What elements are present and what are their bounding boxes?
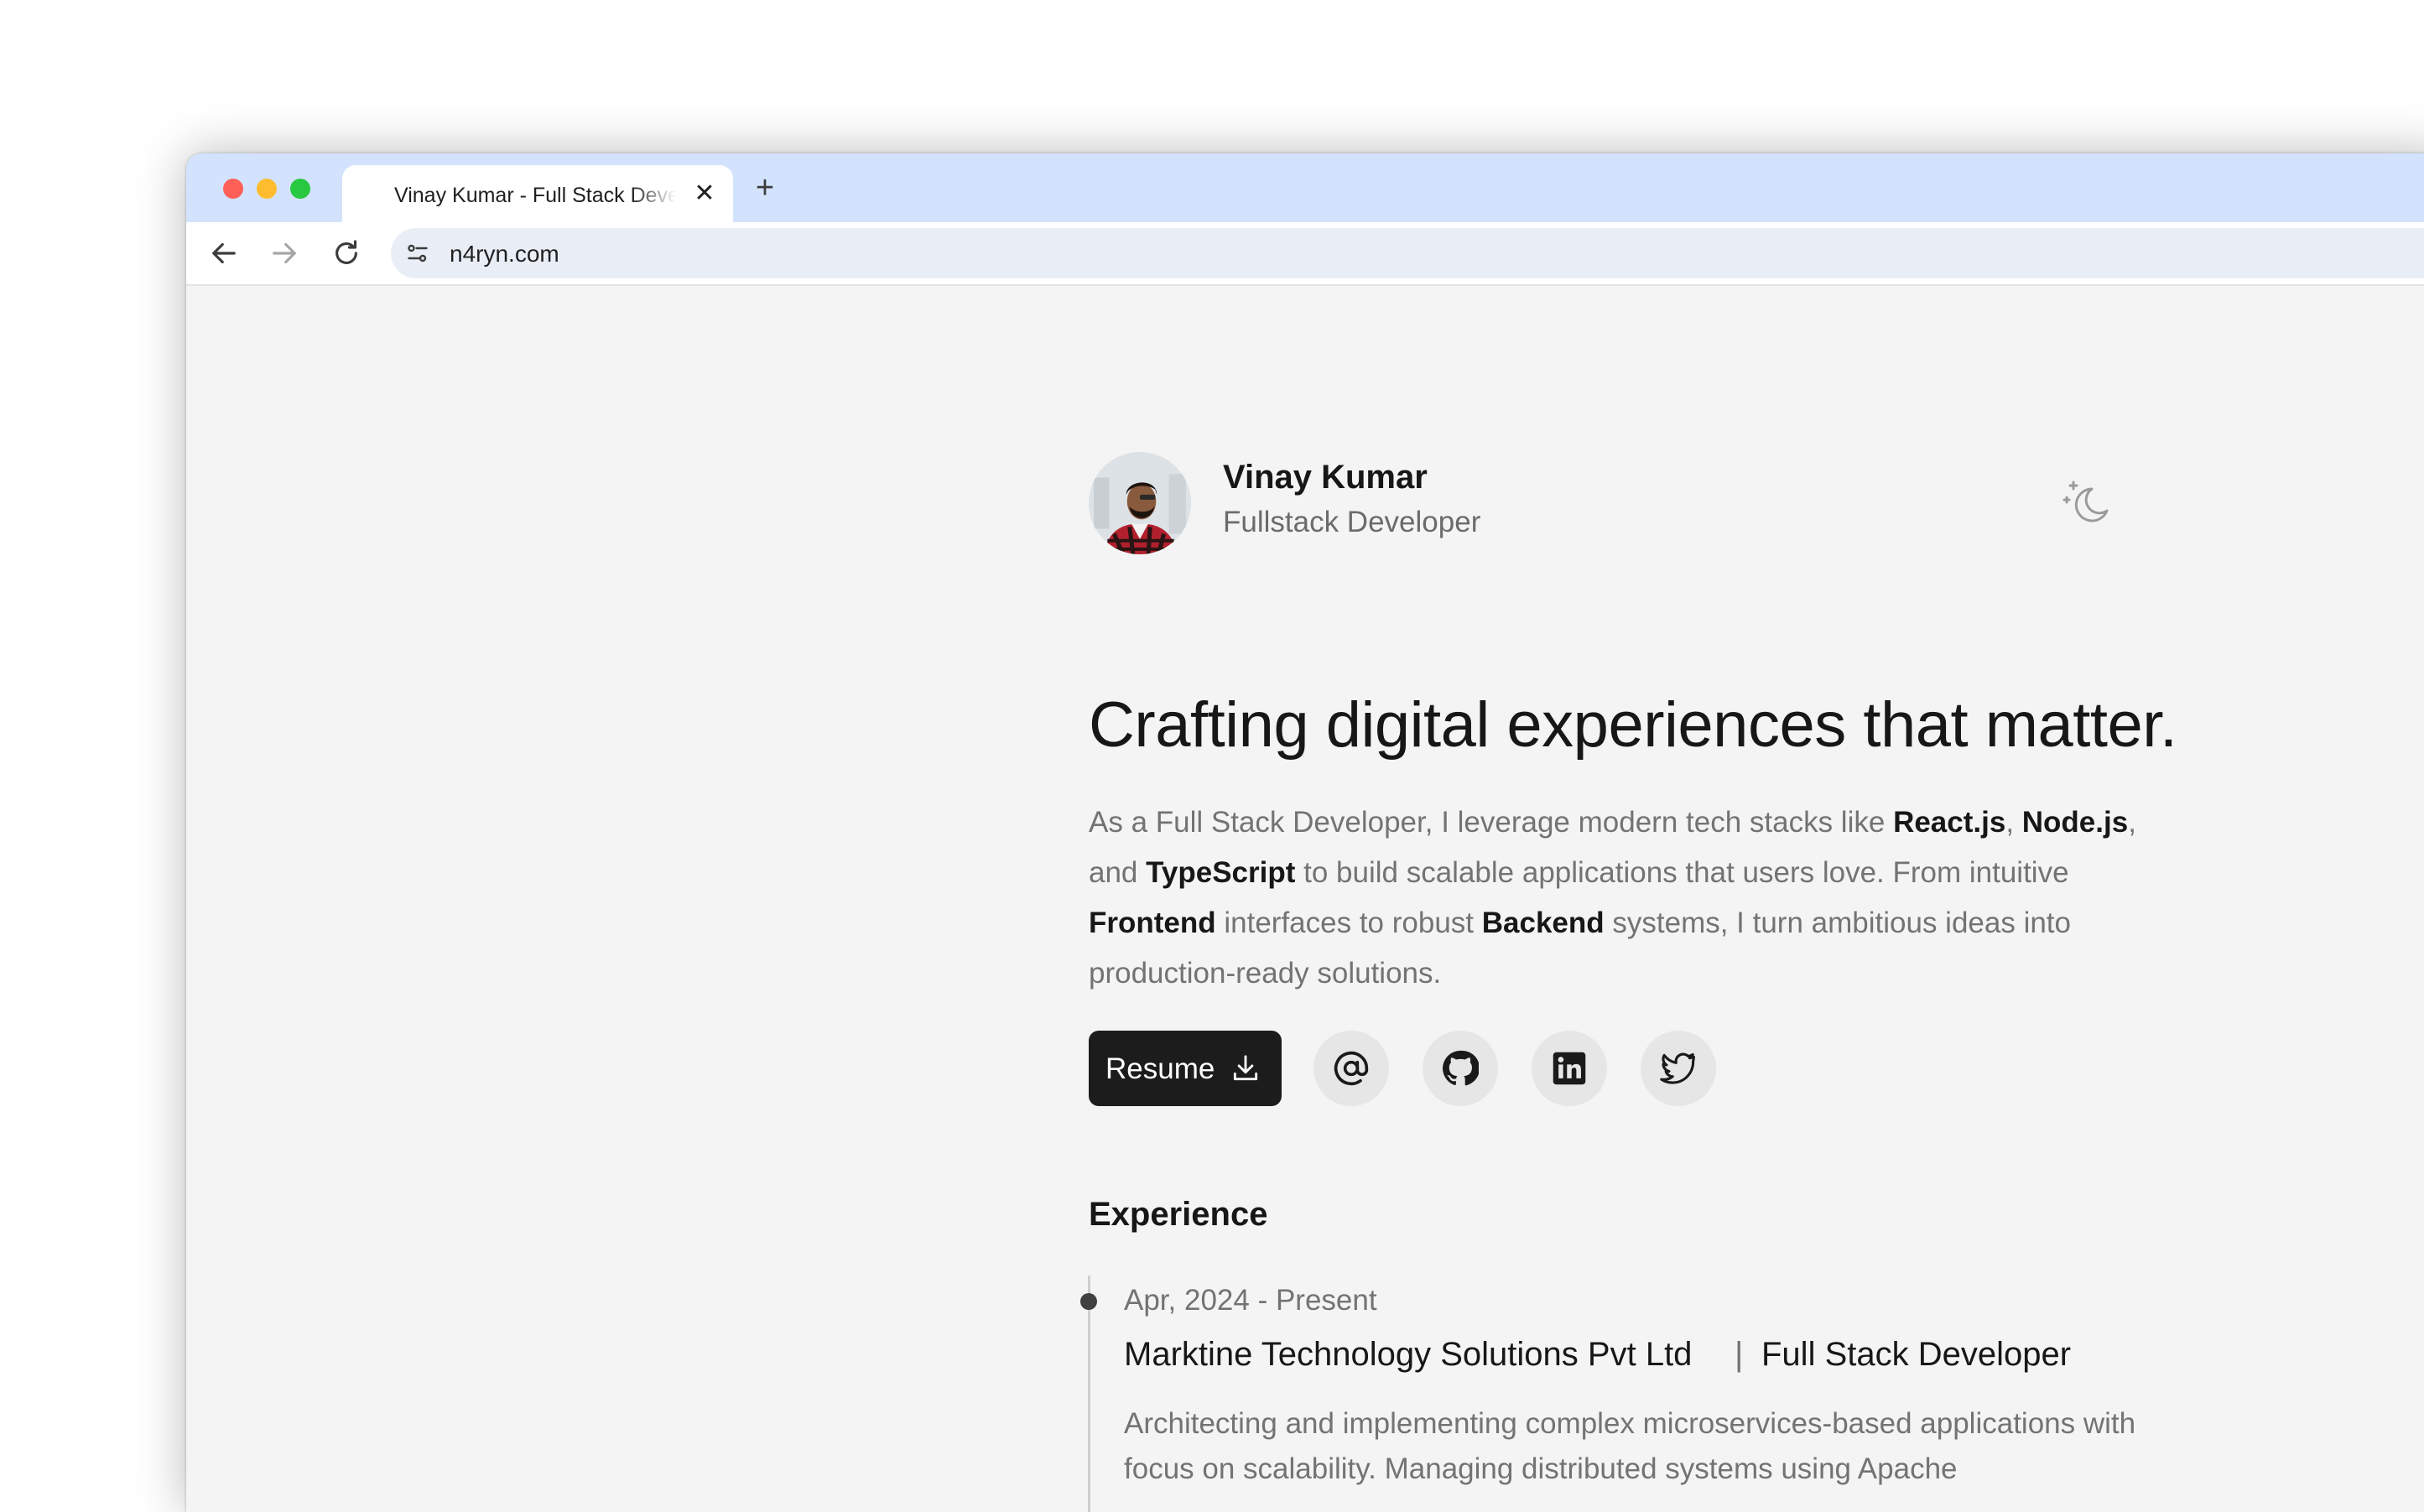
forward-arrow-icon	[273, 242, 296, 264]
skill-frontend: Frontend	[1089, 907, 1216, 939]
hero-headline: Crafting digital experiences that matter…	[1089, 689, 2177, 761]
profile-photo-icon	[1089, 452, 1191, 554]
tab-strip: Vinay Kumar - Full Stack Developer ✕ +	[186, 153, 2424, 222]
experience-date: Apr, 2024 - Present	[1124, 1284, 1377, 1317]
resume-label: Resume	[1105, 1052, 1215, 1085]
at-sign-icon	[1334, 1051, 1369, 1086]
twitter-bird-icon	[1660, 1052, 1695, 1084]
experience-description: Architecting and implementing complex mi…	[1124, 1407, 2136, 1485]
experience-role: Full Stack Developer	[1761, 1336, 2072, 1373]
theme-toggle-button[interactable]	[2057, 470, 2120, 534]
tech-typescript: TypeScript	[1146, 856, 1296, 889]
forward-button[interactable]	[267, 236, 302, 271]
download-icon	[1233, 1055, 1258, 1081]
url-text[interactable]: n4ryn.com	[450, 241, 559, 268]
tab-close-icon[interactable]: ✕	[693, 181, 716, 206]
skill-backend: Backend	[1481, 907, 1605, 939]
hero-bio: As a Full Stack Developer, I leverage mo…	[1089, 806, 2136, 990]
new-tab-button[interactable]: +	[748, 172, 782, 205]
minimize-window-button[interactable]	[257, 179, 277, 199]
moon-stars-icon	[2062, 481, 2109, 522]
browser-window: Vinay Kumar - Full Stack Developer ✕ + n…	[186, 153, 2424, 1512]
close-window-button[interactable]	[223, 179, 243, 199]
profile-role: Fullstack Developer	[1223, 506, 1481, 538]
experience-heading: Experience	[1089, 1196, 1268, 1233]
maximize-window-button[interactable]	[290, 179, 310, 199]
reload-button[interactable]	[329, 236, 364, 271]
active-tab[interactable]: Vinay Kumar - Full Stack Developer ✕	[342, 165, 733, 222]
resume-download-button[interactable]: Resume	[1089, 1031, 1282, 1106]
linkedin-icon	[1553, 1052, 1586, 1085]
reload-icon	[336, 240, 357, 264]
profile-name: Vinay Kumar	[1223, 459, 1428, 496]
github-icon	[1443, 1050, 1479, 1086]
experience-company: Marktine Technology Solutions Pvt Ltd	[1124, 1336, 1693, 1373]
address-bar[interactable]: n4ryn.com	[391, 228, 2424, 278]
github-button[interactable]	[1423, 1031, 1498, 1106]
linkedin-button[interactable]	[1532, 1031, 1607, 1106]
site-info-icon[interactable]	[403, 238, 433, 268]
back-arrow-icon	[212, 242, 236, 264]
email-button[interactable]	[1313, 1031, 1389, 1106]
avatar	[1089, 452, 1191, 554]
tab-title: Vinay Kumar - Full Stack Developer	[394, 184, 676, 207]
experience-separator: |	[1735, 1336, 1744, 1373]
tech-react: React.js	[1893, 806, 2006, 839]
timeline-line	[1088, 1276, 1090, 1512]
page-content: Vinay Kumar Fullstack Developer Crafting…	[186, 286, 2424, 1512]
twitter-button[interactable]	[1641, 1031, 1716, 1106]
back-button[interactable]	[206, 236, 242, 271]
timeline-dot	[1080, 1293, 1097, 1310]
browser-toolbar: n4ryn.com	[186, 222, 2424, 286]
tech-node: Node.js	[2021, 806, 2129, 839]
